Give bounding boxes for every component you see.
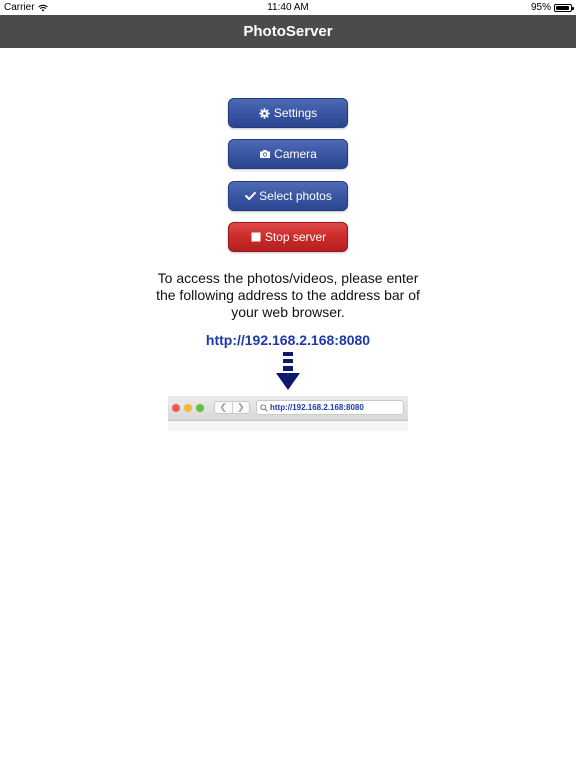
select-photos-button-label: Select photos [259, 189, 332, 203]
camera-button-label: Camera [274, 147, 317, 161]
browser-content-illustration [168, 421, 408, 431]
camera-button[interactable]: Camera [228, 139, 348, 169]
browser-address-text: http://192.168.2.168:8080 [270, 403, 364, 412]
forward-arrow-icon: ❯ [236, 402, 245, 412]
battery-level-fill [556, 5, 570, 10]
battery-percent: 95% [530, 2, 551, 13]
checkmark-icon [244, 190, 256, 202]
navigation-bar: PhotoServer [0, 15, 576, 48]
back-arrow-icon: ❮ [215, 402, 233, 413]
settings-button[interactable]: Settings [228, 98, 348, 128]
stop-square-icon [250, 231, 262, 243]
camera-icon [259, 148, 271, 160]
down-arrow-icon [276, 352, 300, 390]
stop-server-button-label: Stop server [264, 230, 327, 244]
browser-toolbar-illustration: ❮ ❯ http://192.168.2.168:8080 [168, 396, 408, 421]
status-bar: Carrier 11:40 AM 95% [0, 0, 576, 15]
stop-server-button[interactable]: Stop server [228, 222, 348, 252]
search-icon [260, 403, 268, 412]
clock: 11:40 AM [267, 2, 309, 13]
battery-group: 95% [530, 2, 574, 13]
page-title: PhotoServer [243, 23, 333, 40]
browser-address-bar: http://192.168.2.168:8080 [256, 400, 404, 415]
gear-icon [259, 107, 271, 119]
minimize-dot-icon [184, 404, 192, 412]
zoom-dot-icon [196, 404, 204, 412]
close-dot-icon [172, 404, 180, 412]
settings-button-label: Settings [273, 106, 318, 120]
battery-icon [554, 3, 574, 12]
select-photos-button[interactable]: Select photos [228, 181, 348, 211]
instructions-text: To access the photos/videos, please ente… [156, 270, 420, 320]
browser-nav-arrows: ❮ ❯ [214, 401, 250, 414]
server-url: http://192.168.2.168:8080 [205, 332, 371, 348]
